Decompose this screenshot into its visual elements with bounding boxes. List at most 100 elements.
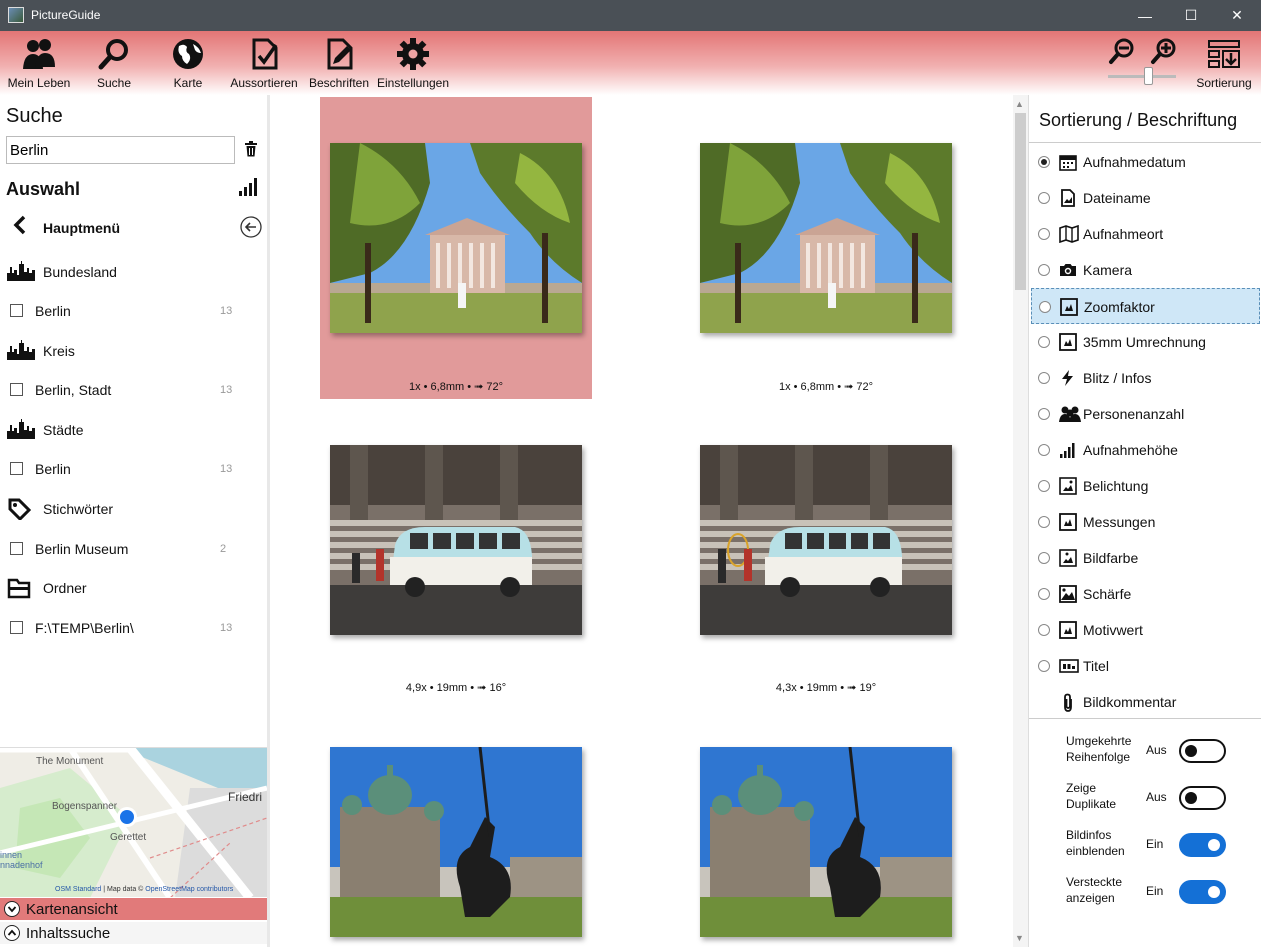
sort-option-dateiname[interactable]: Dateiname bbox=[1031, 180, 1260, 216]
grid-scrollbar-thumb[interactable] bbox=[1015, 113, 1026, 290]
sort-option-titel[interactable]: Titel bbox=[1031, 648, 1260, 684]
map-view-toggle-button[interactable]: Kartenansicht bbox=[0, 898, 267, 920]
sort-option-label: Aufnahmeort bbox=[1083, 226, 1164, 242]
cathedral-photo bbox=[700, 747, 952, 937]
sort-radio[interactable] bbox=[1038, 552, 1050, 564]
minimize-button[interactable]: — bbox=[1122, 0, 1168, 31]
toggle-show-duplicates: Zeige Duplikate Aus bbox=[1029, 776, 1261, 820]
sort-radio[interactable] bbox=[1038, 408, 1050, 420]
map-view[interactable]: The Monument Bogenspanner Gerettet Fried… bbox=[0, 747, 267, 897]
sort-radio[interactable] bbox=[1038, 156, 1050, 168]
sort-option-aufnahmedatum[interactable]: Aufnahmedatum bbox=[1031, 144, 1260, 180]
filter-checkbox[interactable] bbox=[10, 621, 23, 634]
filter-item[interactable]: Berlin 13 bbox=[0, 449, 268, 488]
filter-checkbox[interactable] bbox=[10, 542, 23, 555]
sort-option-schaerfe[interactable]: Schärfe bbox=[1031, 576, 1260, 612]
document-edit-icon bbox=[327, 38, 353, 70]
filter-item[interactable]: Berlin, Stadt 13 bbox=[0, 370, 268, 409]
toolbar-beschriften-button[interactable]: Beschriften bbox=[307, 37, 371, 90]
zoom-in-icon[interactable] bbox=[1150, 37, 1178, 65]
zoom-slider-thumb[interactable] bbox=[1144, 67, 1153, 85]
sort-radio[interactable] bbox=[1038, 624, 1050, 636]
filter-item[interactable]: Berlin Museum 2 bbox=[0, 529, 268, 568]
photo-thumbnail[interactable] bbox=[700, 747, 952, 937]
sort-radio[interactable] bbox=[1038, 480, 1050, 492]
scroll-down-icon[interactable]: ▼ bbox=[1015, 933, 1024, 943]
sort-option-blitz[interactable]: Blitz / Infos bbox=[1031, 360, 1260, 396]
sort-option-35mm[interactable]: 35mm Umrechnung bbox=[1031, 324, 1260, 360]
photo-caption: 1x • 6,8mm • ➟ 72° bbox=[778, 381, 874, 393]
sort-option-label: Motivwert bbox=[1083, 622, 1143, 638]
sort-radio[interactable] bbox=[1038, 264, 1050, 276]
search-input[interactable] bbox=[6, 136, 235, 164]
zoom-out-icon[interactable] bbox=[1108, 37, 1136, 65]
filter-group-header[interactable]: Städte bbox=[0, 410, 268, 449]
sort-option-messungen[interactable]: Messungen bbox=[1031, 504, 1260, 540]
sort-option-aufnahmehoehe[interactable]: Aufnahmehöhe bbox=[1031, 432, 1260, 468]
sort-option-belichtung[interactable]: Belichtung bbox=[1031, 468, 1260, 504]
photo-thumbnail[interactable] bbox=[330, 747, 582, 937]
filter-checkbox[interactable] bbox=[10, 383, 23, 396]
signal-bars-icon bbox=[1060, 443, 1075, 458]
sort-radio[interactable] bbox=[1038, 192, 1050, 204]
photo-thumbnail[interactable] bbox=[700, 143, 952, 333]
filter-checkbox[interactable] bbox=[10, 462, 23, 475]
sort-radio[interactable] bbox=[1038, 516, 1050, 528]
reverse-order-switch[interactable] bbox=[1179, 739, 1226, 763]
zoom-slider-track[interactable] bbox=[1108, 75, 1176, 78]
filter-group-header[interactable]: Kreis bbox=[0, 331, 268, 370]
gear-icon bbox=[397, 38, 429, 70]
photo-thumbnail[interactable] bbox=[700, 445, 952, 635]
sort-option-bildkommentar[interactable]: Bildkommentar bbox=[1031, 684, 1260, 720]
sort-radio[interactable] bbox=[1038, 444, 1050, 456]
photo-thumbnail[interactable] bbox=[330, 445, 582, 635]
sort-option-zoomfaktor[interactable]: Zoomfaktor bbox=[1031, 288, 1260, 324]
toolbar-karte-button[interactable]: Karte bbox=[168, 37, 208, 90]
signal-bars-icon[interactable] bbox=[238, 175, 260, 197]
map-attribution[interactable]: OSM Standard | Map data © OpenStreetMap … bbox=[55, 885, 234, 893]
photo-thumbnail[interactable] bbox=[330, 143, 582, 333]
back-arrow-circle-icon[interactable] bbox=[240, 216, 262, 238]
sort-option-aufnahmeort[interactable]: Aufnahmeort bbox=[1031, 216, 1260, 252]
sort-option-personenanzahl[interactable]: Personenanzahl bbox=[1031, 396, 1260, 432]
show-hidden-switch[interactable] bbox=[1179, 880, 1226, 904]
vw-bus-photo bbox=[330, 445, 582, 635]
filter-group-label: Ordner bbox=[43, 580, 87, 596]
search-icon bbox=[98, 39, 128, 70]
toolbar-mein-leben-button[interactable]: Mein Leben bbox=[7, 37, 71, 90]
chevron-left-icon[interactable] bbox=[10, 215, 30, 235]
main-menu-link[interactable]: Hauptmenü bbox=[43, 220, 120, 236]
filter-item-label: Berlin, Stadt bbox=[35, 382, 112, 398]
scroll-up-icon[interactable]: ▲ bbox=[1015, 99, 1024, 109]
chevron-down-circle-icon bbox=[4, 901, 20, 917]
content-search-toggle-button[interactable]: Inhaltssuche bbox=[0, 922, 267, 944]
sort-option-kamera[interactable]: Kamera bbox=[1031, 252, 1260, 288]
sort-option-bildfarbe[interactable]: Bildfarbe bbox=[1031, 540, 1260, 576]
sort-option-label: Bildkommentar bbox=[1083, 694, 1177, 710]
sort-radio[interactable] bbox=[1038, 372, 1050, 384]
filter-group-header[interactable]: Bundesland bbox=[0, 252, 268, 291]
sort-radio[interactable] bbox=[1039, 301, 1051, 313]
sort-radio[interactable] bbox=[1038, 588, 1050, 600]
filter-group-header[interactable]: Stichwörter bbox=[0, 489, 268, 528]
filter-item[interactable]: F:\TEMP\Berlin\ 13 bbox=[0, 608, 268, 647]
filter-group-header[interactable]: Ordner bbox=[0, 568, 268, 607]
sort-radio[interactable] bbox=[1038, 228, 1050, 240]
filter-checkbox[interactable] bbox=[10, 304, 23, 317]
museum-photo bbox=[330, 143, 582, 333]
show-image-info-switch[interactable] bbox=[1179, 833, 1226, 857]
filter-item[interactable]: Berlin 13 bbox=[0, 291, 268, 330]
trash-icon[interactable] bbox=[244, 141, 258, 157]
photo-caption: 4,9x • 19mm • ➟ 16° bbox=[405, 682, 507, 694]
maximize-button[interactable]: ☐ bbox=[1168, 0, 1214, 31]
toolbar-sortierung-button[interactable]: Sortierung bbox=[1194, 37, 1254, 90]
show-duplicates-switch[interactable] bbox=[1179, 786, 1226, 810]
close-button[interactable]: ✕ bbox=[1214, 0, 1260, 31]
toolbar-einstellungen-button[interactable]: Einstellungen bbox=[377, 37, 449, 90]
sort-radio[interactable] bbox=[1038, 660, 1050, 672]
sort-option-motivwert[interactable]: Motivwert bbox=[1031, 612, 1260, 648]
sort-radio[interactable] bbox=[1038, 336, 1050, 348]
paperclip-icon bbox=[1064, 693, 1072, 712]
toolbar-suche-button[interactable]: Suche bbox=[94, 37, 134, 90]
toolbar-aussortieren-button[interactable]: Aussortieren bbox=[229, 37, 299, 90]
